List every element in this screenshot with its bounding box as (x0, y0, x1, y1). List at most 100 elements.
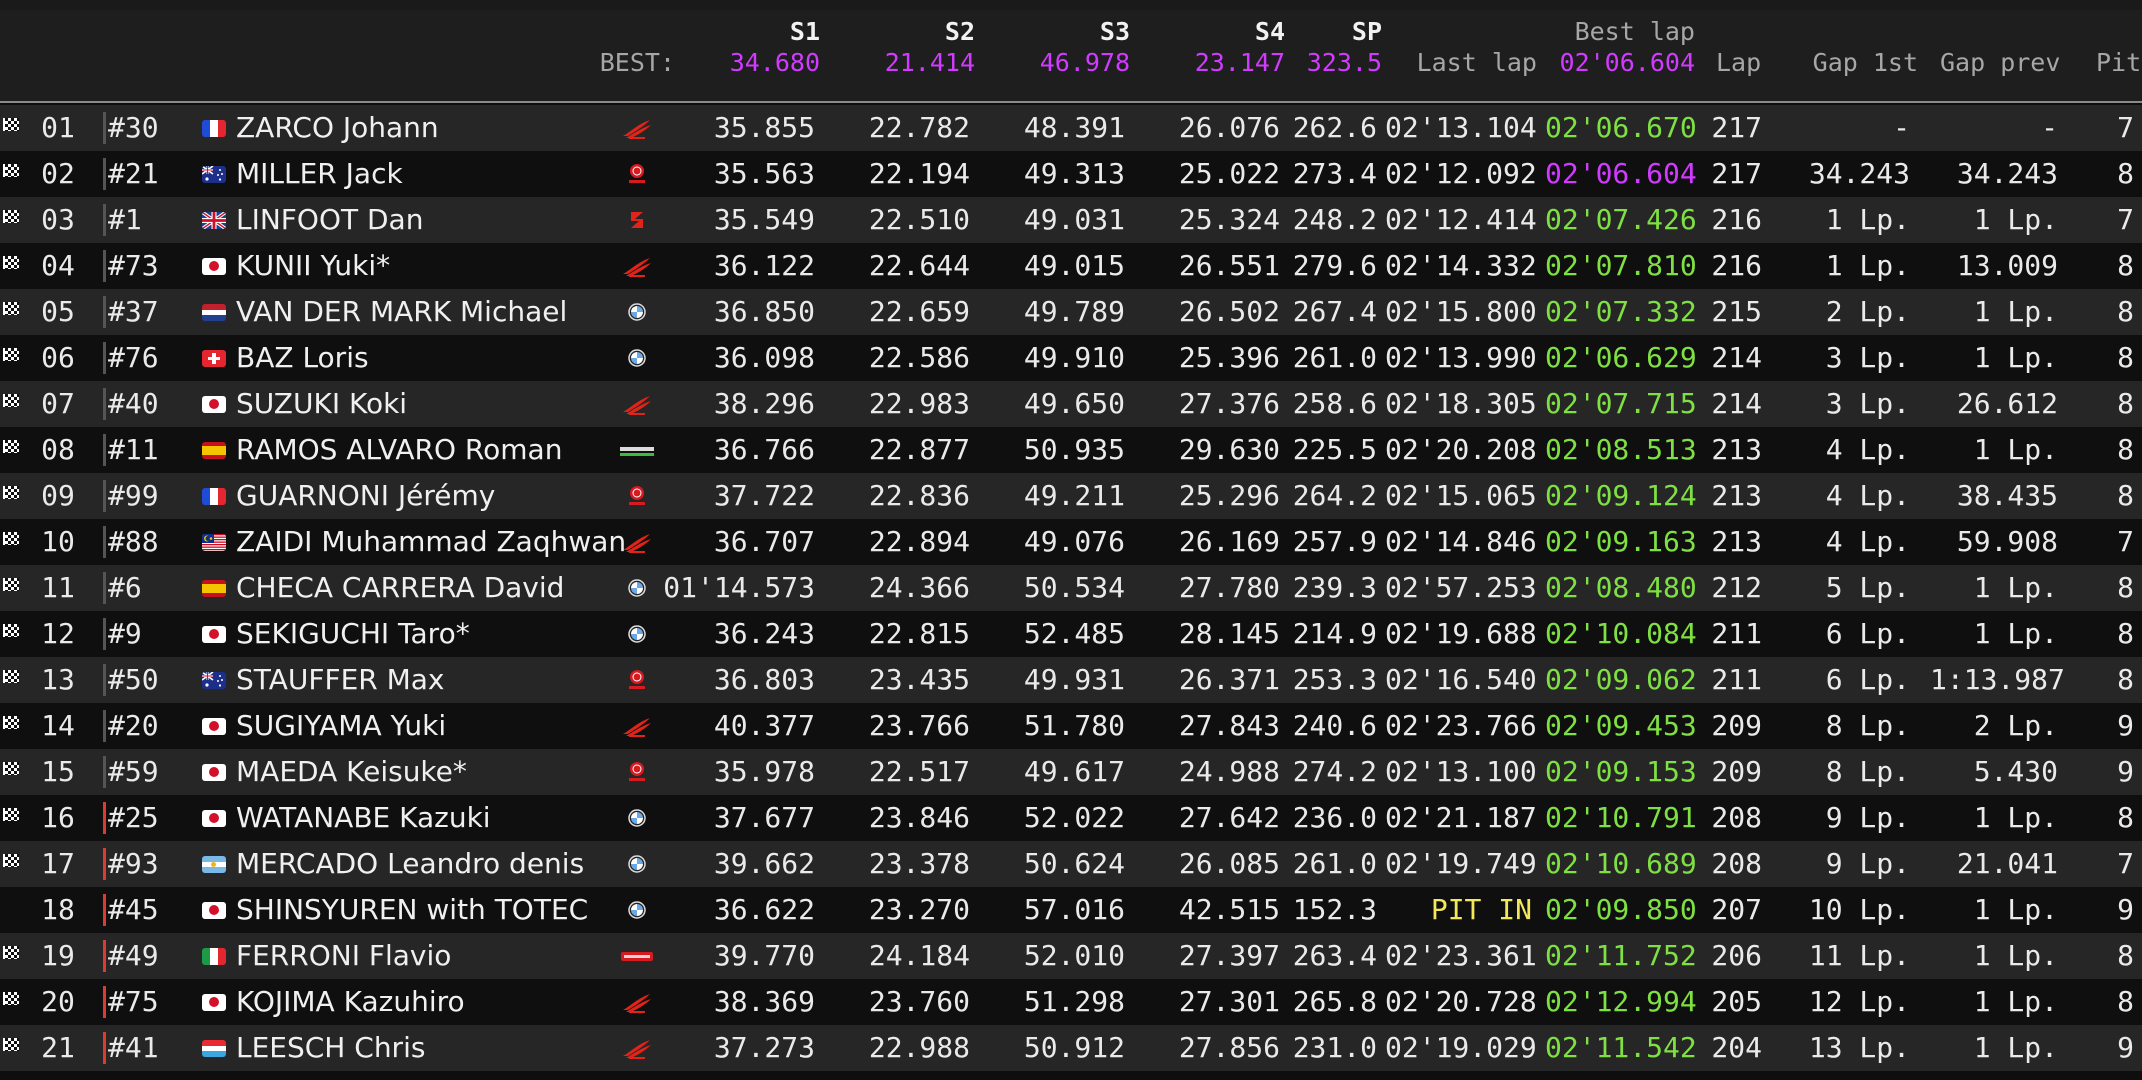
honda-logo-icon (620, 254, 654, 278)
cell-s2: 23.760 (868, 985, 970, 1018)
cell-name[interactable]: CHECA CARRERA David (236, 565, 616, 611)
cell-pos: 18 (41, 893, 75, 926)
cell-name[interactable]: SUZUKI Koki (236, 381, 616, 427)
cell-best: 02'09.453 (1545, 709, 1697, 742)
cell-s4: 26.502 (1178, 295, 1280, 328)
s2-best: 21.414 (884, 48, 975, 77)
cell-num: #6 (108, 571, 142, 604)
cell-gapprev: 13.009 (1956, 249, 2058, 282)
cell-last: 02'23.766 (1385, 709, 1537, 742)
cell-gapprev: 1 Lp. (1973, 571, 2058, 604)
best-lap-header[interactable]: Best lap (1550, 17, 1695, 47)
cell-gap1: 9 Lp. (1825, 801, 1910, 834)
table-row[interactable]: 04 #73 KUNII Yuki* 36.122 22.644 49.015 26.551… (0, 243, 2142, 289)
cell-name[interactable]: SUGIYAMA Yuki (236, 703, 616, 749)
cell-last: 02'14.846 (1385, 525, 1537, 558)
cell-name[interactable]: KOJIMA Kazuhiro (236, 979, 616, 1025)
flag-jp-icon (202, 258, 226, 275)
table-row[interactable]: 18 #45 SHINSYUREN with TOTEC 36.622 23.270 57… (0, 887, 2142, 933)
cell-name[interactable]: SHINSYUREN with TOTEC (236, 887, 616, 933)
table-row[interactable]: 13 #50 STAUFFER Max 36.803 23.435 49.931 26.37… (0, 657, 2142, 703)
cell-s1: 36.707 (713, 525, 815, 558)
table-row[interactable]: 02 #21 MILLER Jack 35.563 22.194 49.313 25.022… (0, 151, 2142, 197)
s4-header[interactable]: S4 (1165, 17, 1285, 47)
s3-best: 46.978 (1039, 48, 1130, 77)
table-row[interactable]: 05 #37 VAN DER MARK Michael 36.850 22.659 49.… (0, 289, 2142, 335)
last-lap-header[interactable]: Last lap (1395, 48, 1537, 78)
s1-header[interactable]: S1 (700, 17, 820, 47)
table-row[interactable]: 21 #41 LEESCH Chris 37.273 22.988 50.912 27.85… (0, 1025, 2142, 1071)
table-row[interactable]: 08 #11 RAMOS ALVARO Roman 36.766 22.877 50.93… (0, 427, 2142, 473)
cell-gap1: 34.243 (1808, 157, 1910, 190)
flag-jp-icon (202, 994, 226, 1011)
cell-name[interactable]: SEKIGUCHI Taro* (236, 611, 616, 657)
cell-s1: 39.662 (713, 847, 815, 880)
cell-s4: 27.856 (1178, 1031, 1280, 1064)
table-row[interactable]: 03 #1 LINFOOT Dan 35.549 22.510 49.031 25.324 2… (0, 197, 2142, 243)
table-row[interactable]: 19 #49 FERRONI Flavio 39.770 24.184 52.010 27.… (0, 933, 2142, 979)
gap-first-header[interactable]: Gap 1st (1800, 48, 1918, 78)
cell-name[interactable]: BAZ Loris (236, 335, 616, 381)
cell-gap1: 6 Lp. (1825, 663, 1910, 696)
flag-jp-icon (202, 718, 226, 735)
s2-header[interactable]: S2 (855, 17, 975, 47)
table-row[interactable]: 20 #75 KOJIMA Kazuhiro 38.369 23.760 51.298 27… (0, 979, 2142, 1025)
table-row[interactable]: 15 #59 MAEDA Keisuke* 35.978 22.517 49.617 24.… (0, 749, 2142, 795)
cell-s2: 23.270 (868, 893, 970, 926)
top-bar (0, 0, 2142, 10)
cell-num: #73 (108, 249, 159, 282)
cell-name[interactable]: STAUFFER Max (236, 657, 616, 703)
cell-s4: 29.630 (1178, 433, 1280, 466)
table-row[interactable]: 12 #9 SEKIGUCHI Taro* 36.243 22.815 52.485 28.… (0, 611, 2142, 657)
cell-name[interactable]: MAEDA Keisuke* (236, 749, 616, 795)
cell-name[interactable]: WATANABE Kazuki (236, 795, 616, 841)
cell-s1: 40.377 (713, 709, 815, 742)
cell-name[interactable]: RAMOS ALVARO Roman (236, 427, 616, 473)
checkered-flag-icon (3, 1038, 19, 1051)
cell-name[interactable]: VAN DER MARK Michael (236, 289, 616, 335)
cell-name[interactable]: FERRONI Flavio (236, 933, 616, 979)
lap-header[interactable]: Lap (1716, 48, 1776, 78)
cell-name[interactable]: GUARNONI Jérémy (236, 473, 616, 519)
cell-pos: 09 (41, 479, 75, 512)
cell-best: 02'07.715 (1545, 387, 1697, 420)
cell-s4: 25.396 (1178, 341, 1280, 374)
cell-gapprev: 1 Lp. (1973, 617, 2058, 650)
cell-s2: 24.366 (868, 571, 970, 604)
table-row[interactable]: 06 #76 BAZ Loris 36.098 22.586 49.910 25.396 26… (0, 335, 2142, 381)
table-row[interactable]: 07 #40 SUZUKI Koki 38.296 22.983 49.650 27.376… (0, 381, 2142, 427)
cell-pit: 8 (2117, 571, 2134, 604)
cell-name[interactable]: ZAIDI Muhammad Zaqhwan (236, 519, 626, 565)
cell-name[interactable]: LEESCH Chris (236, 1025, 616, 1071)
table-row[interactable]: 17 #93 MERCADO Leandro denis 39.662 23.378 50… (0, 841, 2142, 887)
cell-pit: 7 (2117, 111, 2134, 144)
cell-name[interactable]: MILLER Jack (236, 151, 616, 197)
cell-best: 02'06.629 (1545, 341, 1697, 374)
table-row[interactable]: 01 #30 ZARCO Johann 35.855 22.782 48.391 26.07… (0, 105, 2142, 151)
table-row[interactable]: 11 #6 CHECA CARRERA David 01'14.573 24.366 50… (0, 565, 2142, 611)
cell-name[interactable]: ZARCO Johann (236, 105, 616, 151)
cell-name[interactable]: KUNII Yuki* (236, 243, 616, 289)
bmw-logo-icon (620, 576, 654, 600)
cell-s1: 39.770 (713, 939, 815, 972)
table-row[interactable]: 09 #99 GUARNONI Jérémy 37.722 22.836 49.211 25… (0, 473, 2142, 519)
cell-s2: 23.846 (868, 801, 970, 834)
cell-num: #21 (108, 157, 159, 190)
cell-name[interactable]: MERCADO Leandro denis (236, 841, 616, 887)
cell-s2: 22.194 (868, 157, 970, 190)
status-marker (103, 388, 106, 420)
table-row[interactable]: 10 #88 ZAIDI Muhammad Zaqhwan 36.707 22.894 4… (0, 519, 2142, 565)
pit-header[interactable]: Pit (2096, 48, 2142, 78)
cell-s3: 49.650 (1023, 387, 1125, 420)
table-row[interactable]: 16 #25 WATANABE Kazuki 37.677 23.846 52.022 27… (0, 795, 2142, 841)
sp-header[interactable]: SP (1290, 17, 1382, 47)
cell-s1: 36.766 (713, 433, 815, 466)
gap-prev-header[interactable]: Gap prev (1940, 48, 2060, 78)
s3-header[interactable]: S3 (1010, 17, 1130, 47)
table-row[interactable]: 14 #20 SUGIYAMA Yuki 40.377 23.766 51.780 27.8… (0, 703, 2142, 749)
cell-s3: 49.789 (1023, 295, 1125, 328)
cell-gap1: 8 Lp. (1825, 755, 1910, 788)
cell-gapprev: 34.243 (1956, 157, 2058, 190)
cell-name[interactable]: LINFOOT Dan (236, 197, 616, 243)
cell-lap: 214 (1711, 341, 1762, 374)
